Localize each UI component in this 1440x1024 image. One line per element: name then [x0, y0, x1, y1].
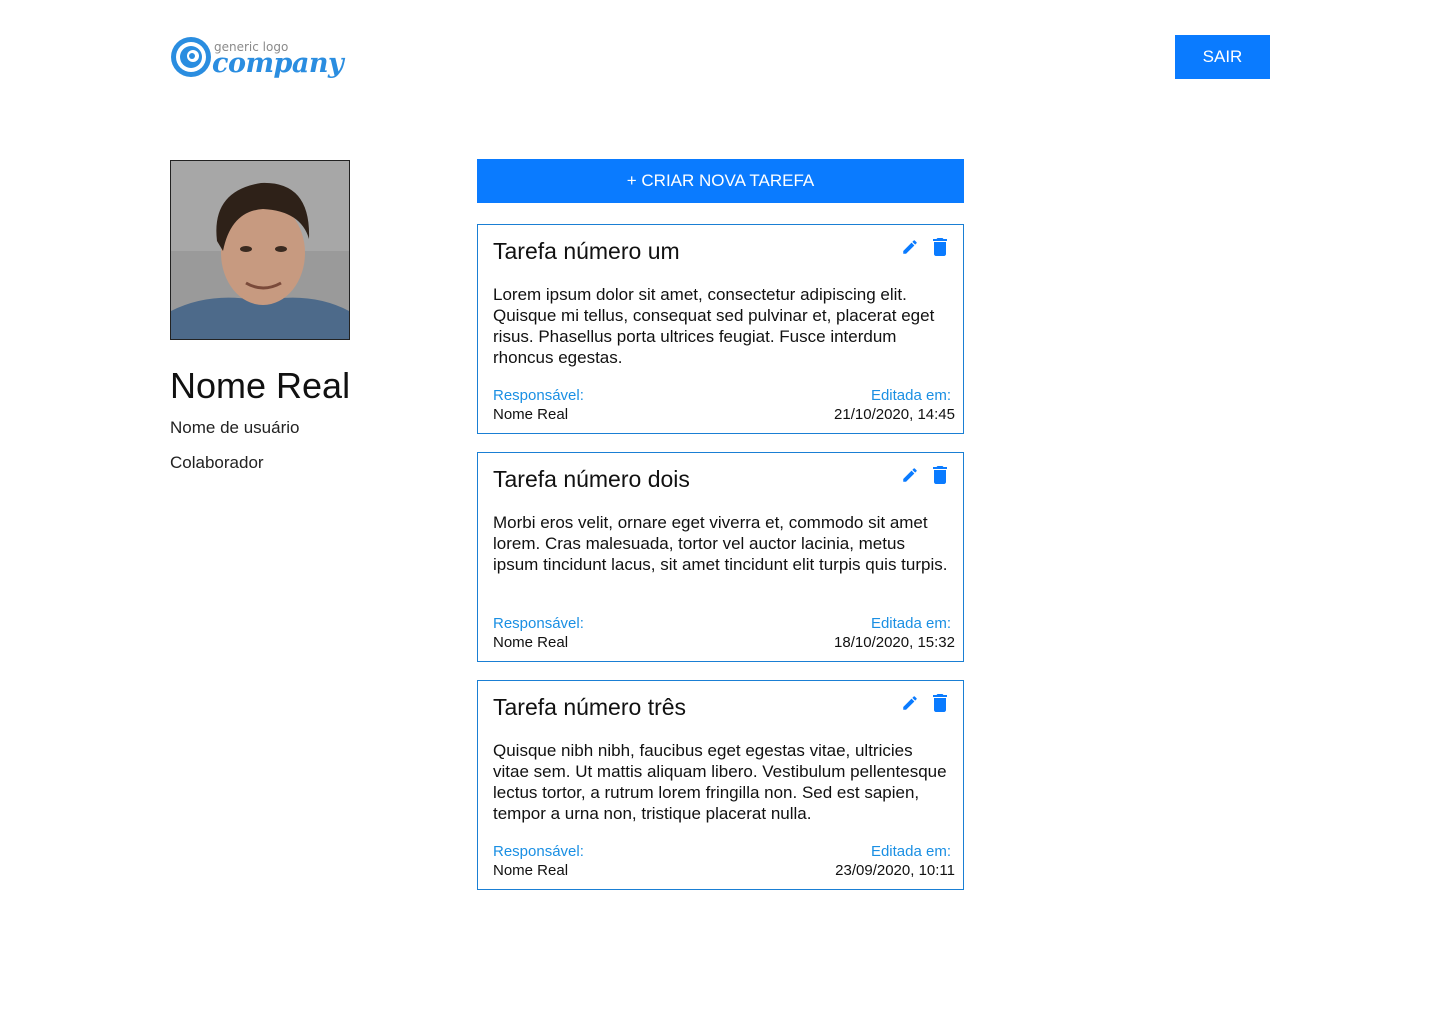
user-photo-icon [171, 161, 349, 339]
task-description: Quisque nibh nibh, faucibus eget egestas… [493, 741, 947, 823]
pencil-icon[interactable] [901, 466, 919, 484]
task-title: Tarefa número um [493, 238, 680, 264]
responsible-label: Responsável: [493, 843, 584, 860]
edited-at-value: 18/10/2020, 15:32 [834, 634, 955, 651]
profile-username: Nome de usuário [170, 418, 300, 437]
responsible-label: Responsável: [493, 387, 584, 404]
task-card: Tarefa número três Quisque nibh nibh, fa… [477, 680, 964, 890]
task-title: Tarefa número dois [493, 466, 690, 492]
trash-icon[interactable] [933, 466, 947, 484]
edited-at-value: 21/10/2020, 14:45 [834, 406, 955, 423]
profile-name: Nome Real [170, 365, 351, 406]
responsible-value: Nome Real [493, 406, 569, 423]
responsible-label: Responsável: [493, 615, 584, 632]
edited-at-value: 23/09/2020, 10:11 [835, 862, 955, 879]
task-card: Tarefa número dois Morbi eros velit, orn… [477, 452, 964, 662]
company-logo: generic logo company [170, 35, 344, 79]
create-task-button[interactable]: + CRIAR NOVA TAREFA [477, 159, 964, 203]
logo-wordmark: company [212, 48, 344, 79]
responsible-value: Nome Real [493, 862, 569, 879]
edited-at-label: Editada em: [870, 387, 951, 404]
edited-at-label: Editada em: [870, 843, 951, 860]
task-title: Tarefa número três [493, 694, 687, 720]
task-description: Morbi eros velit, ornare eget viverra et… [493, 513, 948, 574]
logout-button[interactable]: SAIR [1175, 35, 1270, 79]
task-description: Lorem ipsum dolor sit amet, consectetur … [493, 285, 935, 367]
task-card: Tarefa número um Lorem ipsum dolor sit a… [477, 224, 964, 434]
profile-role: Colaborador [170, 453, 264, 472]
trash-icon[interactable] [933, 238, 947, 256]
edited-at-label: Editada em: [870, 615, 951, 632]
trash-icon[interactable] [933, 694, 947, 712]
pencil-icon[interactable] [901, 694, 919, 712]
pencil-icon[interactable] [901, 238, 919, 256]
avatar [170, 160, 350, 340]
responsible-value: Nome Real [493, 634, 569, 651]
swirl-logo-icon [171, 37, 211, 77]
